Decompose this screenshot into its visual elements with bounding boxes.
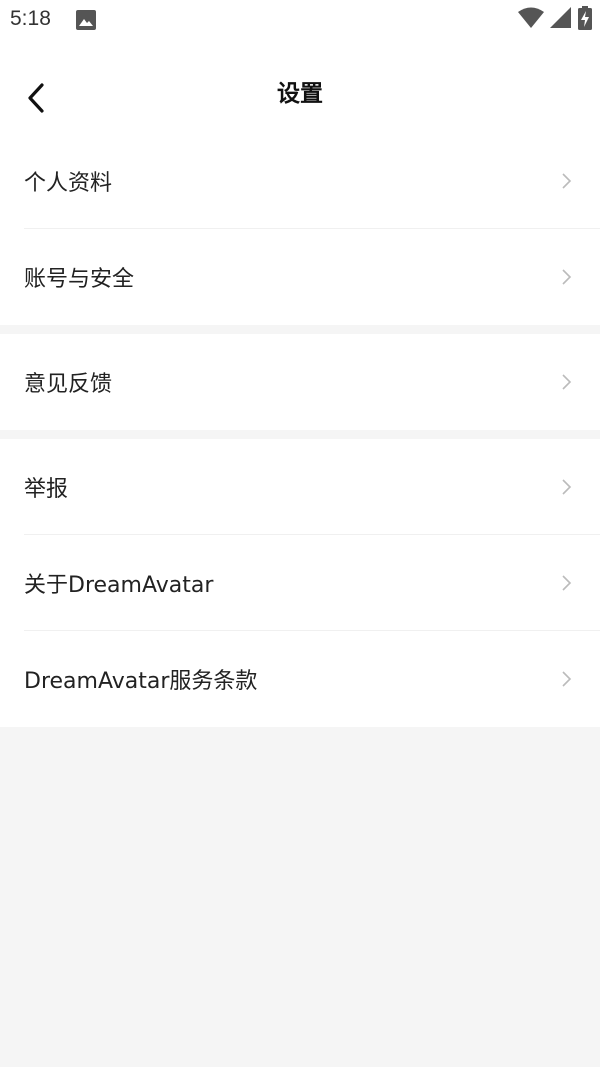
settings-row-terms-of-service[interactable]: DreamAvatar服务条款 xyxy=(0,631,600,727)
settings-row-personal-info[interactable]: 个人资料 xyxy=(0,133,600,229)
chevron-right-icon xyxy=(560,670,572,688)
battery-charging-icon xyxy=(578,6,592,34)
chevron-right-icon xyxy=(560,478,572,496)
row-label: 意见反馈 xyxy=(24,372,113,397)
settings-row-report[interactable]: 举报 xyxy=(0,439,600,535)
photo-icon xyxy=(76,10,96,30)
status-time: 5:18 xyxy=(10,7,51,30)
settings-row-account-security[interactable]: 账号与安全 xyxy=(0,229,600,325)
row-label: 举报 xyxy=(24,477,69,502)
settings-group-about: 举报 关于DreamAvatar DreamAvatar服务条款 xyxy=(0,439,600,727)
row-label: 个人资料 xyxy=(24,171,113,196)
header: 设置 xyxy=(0,40,600,133)
status-bar: 5:18 xyxy=(0,0,600,40)
settings-group-feedback: 意见反馈 xyxy=(0,334,600,430)
settings-row-about[interactable]: 关于DreamAvatar xyxy=(0,535,600,631)
settings-group-profile: 个人资料 账号与安全 xyxy=(0,133,600,325)
chevron-right-icon xyxy=(560,373,572,391)
signal-icon xyxy=(550,7,572,33)
wifi-icon xyxy=(518,7,544,33)
row-label: DreamAvatar服务条款 xyxy=(24,669,258,694)
chevron-right-icon xyxy=(560,574,572,592)
row-label: 关于DreamAvatar xyxy=(24,573,214,598)
status-icons xyxy=(518,6,592,34)
page-title: 设置 xyxy=(277,81,323,107)
settings-row-feedback[interactable]: 意见反馈 xyxy=(0,334,600,430)
row-label: 账号与安全 xyxy=(24,267,135,292)
chevron-right-icon xyxy=(560,172,572,190)
chevron-right-icon xyxy=(560,268,572,286)
